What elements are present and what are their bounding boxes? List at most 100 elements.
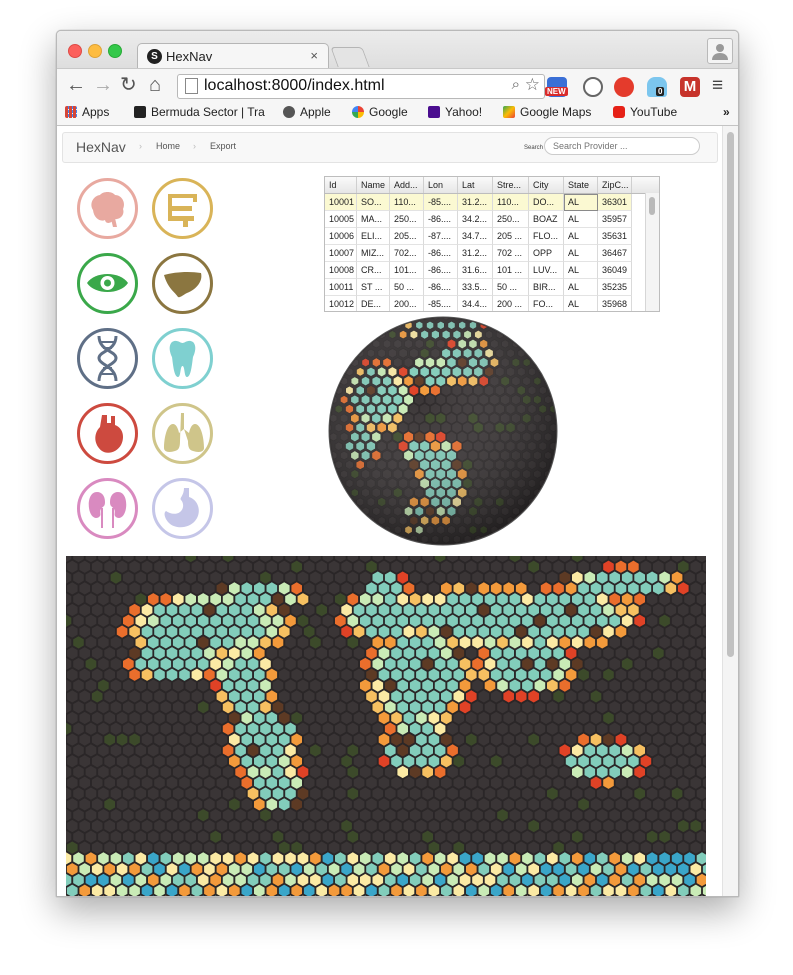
grid-cell[interactable]: 205...	[390, 228, 424, 245]
organ-button-liver[interactable]	[152, 253, 213, 314]
bookmark-google[interactable]: Google	[352, 105, 408, 119]
hex-world-map[interactable]	[66, 556, 706, 896]
extension-ghost-icon[interactable]: 0	[647, 77, 667, 97]
grid-column-header[interactable]: Stre...	[493, 177, 529, 193]
grid-cell[interactable]: 31.2...	[458, 245, 493, 262]
grid-cell[interactable]: 10012	[325, 296, 357, 311]
grid-cell[interactable]: 110...	[390, 194, 424, 211]
grid-cell[interactable]: AL	[564, 211, 598, 228]
grid-cell[interactable]: 35957	[598, 211, 632, 228]
back-button[interactable]: ←	[66, 73, 86, 97]
page-scroll-thumb[interactable]	[727, 132, 734, 657]
organ-button-kidneys[interactable]	[77, 478, 138, 539]
extension-new-icon[interactable]: NEW	[545, 77, 568, 97]
home-button[interactable]: ⌂	[149, 73, 161, 97]
organ-button-stomach[interactable]	[152, 478, 213, 539]
organ-button-intestines[interactable]	[152, 178, 213, 239]
grid-cell[interactable]: -86....	[424, 245, 458, 262]
organ-button-eye[interactable]	[77, 253, 138, 314]
table-row[interactable]: 10005 MA... 250... -86.... 34.2... 250... BOAZ…	[325, 211, 645, 228]
grid-cell[interactable]: ELI...	[357, 228, 390, 245]
grid-cell[interactable]: AL	[564, 296, 598, 311]
grid-cell[interactable]: 50 ...	[390, 279, 424, 296]
grid-cell[interactable]: 36467	[598, 245, 632, 262]
browser-menu-button[interactable]: ≡	[712, 75, 723, 97]
bookmark-yahoo[interactable]: Yahoo!	[428, 105, 482, 119]
bookmarks-overflow-button[interactable]: »	[723, 105, 730, 119]
grid-column-header[interactable]: Id	[325, 177, 357, 193]
grid-cell[interactable]: 250...	[390, 211, 424, 228]
grid-cell[interactable]: ST ...	[357, 279, 390, 296]
grid-scrollbar[interactable]	[645, 193, 659, 311]
grid-cell[interactable]: 205 ...	[493, 228, 529, 245]
grid-cell[interactable]: -86....	[424, 279, 458, 296]
grid-cell[interactable]: AL	[564, 245, 598, 262]
close-window-button[interactable]	[68, 44, 82, 58]
table-row[interactable]: 10006 ELI... 205... -87.... 34.7... 205 ... FL…	[325, 228, 645, 245]
grid-cell[interactable]: 50 ...	[493, 279, 529, 296]
bookmark-youtube[interactable]: YouTube	[613, 105, 677, 119]
grid-cell[interactable]: DO...	[529, 194, 564, 211]
grid-cell[interactable]: BOAZ	[529, 211, 564, 228]
extension-sync-icon[interactable]	[583, 77, 603, 97]
grid-cell[interactable]: 31.2...	[458, 194, 493, 211]
organ-button-lungs[interactable]	[152, 403, 213, 464]
grid-cell[interactable]: -85....	[424, 194, 458, 211]
grid-cell[interactable]: 34.2...	[458, 211, 493, 228]
brand[interactable]: HexNav	[76, 139, 126, 155]
reload-button[interactable]: ↻	[120, 73, 137, 97]
grid-column-header[interactable]: ZipC...	[598, 177, 632, 193]
grid-cell[interactable]: -86....	[424, 262, 458, 279]
organ-button-tooth[interactable]	[152, 328, 213, 389]
grid-cell[interactable]: 101 ...	[493, 262, 529, 279]
page-scrollbar[interactable]	[722, 126, 738, 896]
table-row[interactable]: 10008 CR... 101... -86.... 31.6... 101 ... LUV…	[325, 262, 645, 279]
grid-cell[interactable]: 36049	[598, 262, 632, 279]
table-row[interactable]: 10001 SO... 110... -85.... 31.2... 110... DO..…	[325, 194, 645, 211]
provider-grid[interactable]: Id Name Add... Lon Lat Stre... City State ZipC..…	[324, 176, 660, 312]
grid-cell[interactable]: LUV...	[529, 262, 564, 279]
grid-cell[interactable]: 702...	[390, 245, 424, 262]
grid-cell[interactable]: 10005	[325, 211, 357, 228]
grid-cell[interactable]: MA...	[357, 211, 390, 228]
grid-cell[interactable]: 31.6...	[458, 262, 493, 279]
table-row[interactable]: 10011 ST ... 50 ... -86.... 33.5... 50 ... BIR…	[325, 279, 645, 296]
grid-column-header[interactable]: State	[564, 177, 598, 193]
url-text[interactable]: localhost:8000/index.html	[204, 77, 385, 95]
grid-cell[interactable]: 200...	[390, 296, 424, 311]
grid-cell[interactable]: SO...	[357, 194, 390, 211]
grid-cell[interactable]: 34.4...	[458, 296, 493, 311]
organ-button-dna[interactable]	[77, 328, 138, 389]
bookmark-apple[interactable]: Apple	[283, 105, 331, 119]
organ-button-brain[interactable]	[77, 178, 138, 239]
forward-button[interactable]: →	[93, 73, 113, 97]
grid-cell[interactable]: 35631	[598, 228, 632, 245]
grid-cell[interactable]: OPP	[529, 245, 564, 262]
extension-m-icon[interactable]: M	[680, 77, 700, 97]
grid-cell[interactable]: 36301	[598, 194, 632, 211]
nav-export-link[interactable]: Export	[210, 141, 236, 151]
grid-cell[interactable]: AL	[564, 194, 598, 211]
zoom-icon[interactable]: ⌕	[512, 76, 520, 93]
bookmark-apps[interactable]: Apps	[65, 105, 109, 119]
minimize-window-button[interactable]	[88, 44, 102, 58]
grid-cell[interactable]: -87....	[424, 228, 458, 245]
grid-cell[interactable]: 34.7...	[458, 228, 493, 245]
bookmark-google-maps[interactable]: Google Maps	[503, 105, 591, 119]
search-provider-input[interactable]	[544, 137, 700, 155]
tab-close-icon[interactable]: ×	[310, 48, 318, 63]
bookmark-star-icon[interactable]: ☆	[525, 75, 540, 95]
grid-cell[interactable]: 702 ...	[493, 245, 529, 262]
grid-cell[interactable]: AL	[564, 279, 598, 296]
grid-cell[interactable]: 10008	[325, 262, 357, 279]
grid-cell[interactable]: -85....	[424, 296, 458, 311]
table-row[interactable]: 10007 MIZ... 702... -86.... 31.2... 702 ... OP…	[325, 245, 645, 262]
grid-scroll-thumb[interactable]	[649, 197, 655, 215]
grid-column-header[interactable]: Lat	[458, 177, 493, 193]
grid-cell[interactable]: 10007	[325, 245, 357, 262]
grid-cell[interactable]: 33.5...	[458, 279, 493, 296]
tab-hexnav[interactable]: S HexNav ×	[137, 43, 329, 70]
grid-cell[interactable]: 200 ...	[493, 296, 529, 311]
profile-button[interactable]	[707, 38, 733, 64]
grid-cell[interactable]: DE...	[357, 296, 390, 311]
